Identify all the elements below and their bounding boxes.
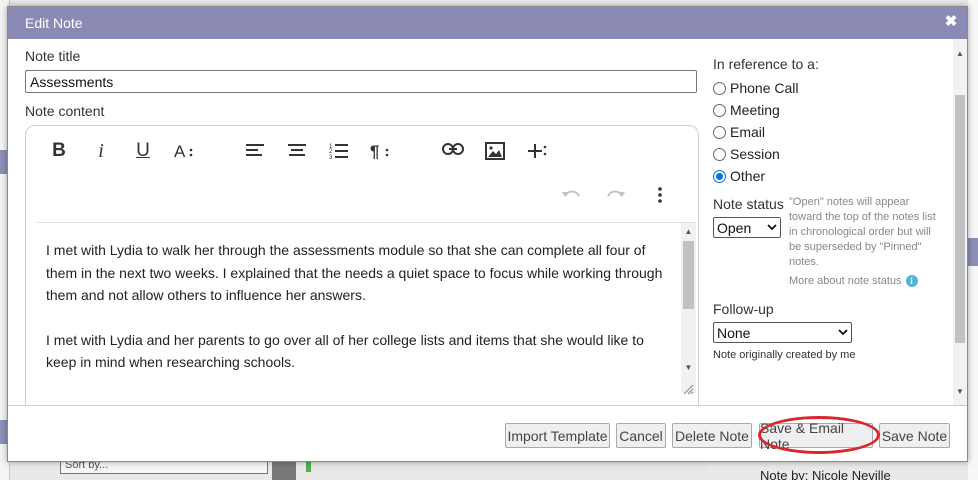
- radio-button[interactable]: [713, 81, 726, 95]
- note-status-more-text[interactable]: More about note status: [789, 275, 902, 287]
- note-title-label: Note title: [25, 48, 81, 64]
- close-icon[interactable]: ✖: [943, 14, 959, 30]
- radio-label: Session: [730, 146, 780, 162]
- delete-note-button[interactable]: Delete Note: [672, 423, 752, 448]
- svg-text:3: 3: [329, 155, 333, 160]
- modal-footer: Import Template Cancel Delete Note Save …: [8, 405, 967, 461]
- modal-body: Note title Note content B i U A: [8, 39, 953, 405]
- note-status-help: "Open" notes will appear toward the top …: [789, 196, 936, 268]
- scroll-up-arrow-icon[interactable]: ▲: [681, 225, 696, 239]
- more-options-icon[interactable]: [650, 186, 670, 210]
- radio-label: Other: [730, 168, 766, 184]
- radio-email[interactable]: Email: [713, 122, 765, 142]
- image-icon[interactable]: [482, 139, 508, 163]
- resize-grip-icon[interactable]: [682, 382, 694, 395]
- editor-toolbar: B i U A 123 ¶: [26, 126, 698, 176]
- radio-button-selected[interactable]: [713, 169, 726, 183]
- background-note-bar: [306, 462, 706, 472]
- note-paragraph: I met with Lydia to walk her through the…: [46, 242, 663, 303]
- paragraph-format-icon[interactable]: ¶: [368, 139, 394, 163]
- note-content-area[interactable]: I met with Lydia to walk her through the…: [36, 222, 696, 402]
- info-icon[interactable]: i: [905, 275, 918, 287]
- font-size-icon[interactable]: A: [172, 139, 198, 163]
- undo-icon[interactable]: [561, 186, 587, 210]
- radio-phone-call[interactable]: Phone Call: [713, 78, 799, 98]
- reference-label: In reference to a:: [713, 56, 819, 72]
- note-content-text[interactable]: I met with Lydia to walk her through the…: [46, 239, 674, 396]
- editor-toolbar-secondary: [26, 176, 698, 220]
- scroll-down-arrow-icon[interactable]: ▼: [681, 361, 696, 375]
- underline-icon[interactable]: U: [130, 139, 156, 163]
- chevron-down-icon: [767, 224, 777, 231]
- rich-text-editor: B i U A 123 ¶ I met with Lydia to walk h…: [25, 125, 699, 405]
- radio-button[interactable]: [713, 147, 726, 161]
- content-scrollbar-thumb[interactable]: [683, 241, 694, 309]
- modal-scrollbar[interactable]: ▲ ▼: [953, 39, 967, 405]
- note-title-input[interactable]: [25, 70, 697, 93]
- note-status-label: Note status: [713, 196, 784, 212]
- svg-text:¶: ¶: [370, 142, 379, 160]
- background-right-tab: [968, 238, 978, 266]
- scroll-down-arrow-icon[interactable]: ▼: [953, 385, 967, 399]
- note-content-label: Note content: [25, 103, 105, 119]
- radio-other[interactable]: Other: [713, 166, 765, 186]
- followup-value: None: [717, 324, 751, 341]
- cancel-button[interactable]: Cancel: [616, 423, 666, 448]
- save-and-email-note-button[interactable]: Save & Email Note: [759, 420, 873, 452]
- note-status-value: Open: [717, 219, 752, 236]
- save-note-button[interactable]: Save Note: [879, 423, 950, 448]
- bold-icon[interactable]: B: [46, 139, 72, 163]
- radio-label: Email: [730, 124, 766, 140]
- import-template-button[interactable]: Import Template: [505, 423, 610, 448]
- radio-session[interactable]: Session: [713, 144, 780, 164]
- modal-scrollbar-thumb[interactable]: [955, 95, 965, 343]
- followup-select[interactable]: None: [713, 322, 852, 343]
- followup-label: Follow-up: [713, 301, 774, 317]
- radio-button[interactable]: [713, 103, 726, 117]
- modal-header: Edit Note ✖: [8, 7, 967, 39]
- align-center-icon[interactable]: [284, 139, 310, 163]
- italic-icon[interactable]: i: [88, 139, 114, 163]
- note-status-select[interactable]: Open: [713, 217, 781, 238]
- background-note-by: Note by: Nicole Neville: [760, 468, 891, 480]
- chevron-down-icon: [838, 329, 848, 336]
- edit-note-modal: Edit Note ✖ Note title Note content B i …: [7, 6, 968, 462]
- radio-meeting[interactable]: Meeting: [713, 100, 780, 120]
- created-by-text: Note originally created by me: [713, 349, 856, 361]
- scroll-up-arrow-icon[interactable]: ▲: [953, 47, 967, 61]
- radio-label: Phone Call: [730, 80, 799, 96]
- note-paragraph: I met with Lydia and her parents to go o…: [46, 331, 644, 371]
- radio-label: Meeting: [730, 102, 780, 118]
- insert-more-icon[interactable]: [524, 139, 550, 163]
- align-left-icon[interactable]: [242, 139, 268, 163]
- modal-title: Edit Note: [25, 15, 83, 31]
- redo-icon[interactable]: [604, 186, 630, 210]
- note-status-more-link[interactable]: More about note status i: [789, 275, 918, 287]
- radio-button[interactable]: [713, 125, 726, 139]
- ordered-list-icon[interactable]: 123: [326, 139, 352, 163]
- link-icon[interactable]: [440, 139, 466, 163]
- content-scrollbar[interactable]: ▲ ▼: [681, 223, 696, 393]
- svg-text:A: A: [174, 142, 186, 160]
